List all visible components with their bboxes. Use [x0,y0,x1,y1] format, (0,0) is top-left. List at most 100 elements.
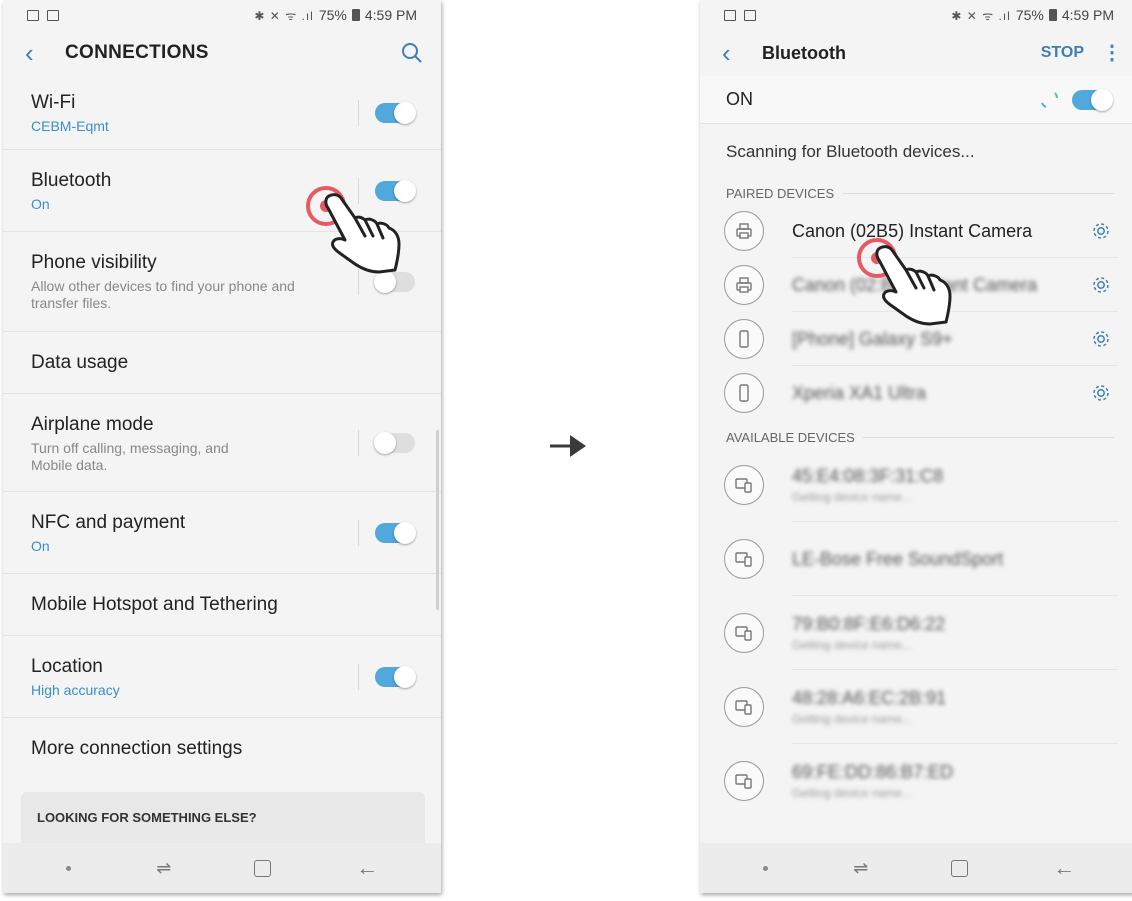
scanning-status: Scanning for Bluetooth devices... [726,142,975,161]
wifi-toggle[interactable] [375,101,416,124]
page-title: Bluetooth [762,42,846,63]
printer-icon [724,265,764,305]
airplane-mode-setting[interactable]: Airplane mode Turn off calling, messagin… [3,394,441,492]
scanning-spinner-icon [1041,91,1058,108]
scrollbar[interactable] [436,430,439,610]
gallery-notification-icon [724,9,736,21]
available-device-row[interactable]: 79:B0:8F:E6:D6:22 Getting device name... [700,596,1132,670]
recent-apps-button[interactable]: ⇌ [156,858,171,879]
battery-icon [1048,9,1057,21]
signal-indicators: ✱ ✕ ᯤ .ıl [254,8,314,23]
battery-percent: 75% [318,7,347,23]
nav-back-button[interactable]: ← [356,855,378,881]
nfc-toggle[interactable] [375,521,416,544]
back-button[interactable]: ‹ [722,40,762,66]
pointing-hand-icon [875,245,952,326]
stop-scan-button[interactable]: STOP [1041,44,1084,62]
more-options-icon[interactable]: ⋮ [1102,43,1122,63]
arrow-right-icon [550,435,586,457]
status-bar: ✱ ✕ ᯤ .ıl 75% 4:59 PM [3,0,441,30]
nfc-title: NFC and payment [31,512,186,533]
paired-device-row[interactable]: Xperia XA1 Ultra [700,366,1132,420]
gear-icon[interactable] [1090,382,1112,404]
gear-icon[interactable] [1090,274,1112,296]
signal-indicators: ✱ ✕ ᯤ .ıl [951,8,1011,23]
page-title: CONNECTIONS [65,42,209,63]
devices-icon [724,761,764,801]
devices-icon [724,539,764,579]
gallery-notification-icon [27,9,39,21]
data-usage-setting[interactable]: Data usage [3,332,441,394]
available-device-name: 79:B0:8F:E6:D6:22 [792,614,946,634]
paired-device-name: Canon (02B5) Instant Camera [792,220,1033,241]
location-setting[interactable]: Location High accuracy [3,636,441,718]
search-icon[interactable] [399,40,425,66]
navigation-bar: ⇌ ← [3,843,441,893]
devices-icon [724,465,764,505]
wifi-title: Wi-Fi [31,92,76,113]
back-button[interactable]: ‹ [25,40,65,66]
available-device-status: Getting device name... [792,638,913,652]
available-devices-header: AVAILABLE DEVICES [700,426,1132,448]
available-device-name: 48:28:A6:EC:2B:91 [792,688,947,708]
nfc-status: On [31,538,50,554]
airplane-mode-toggle[interactable] [374,431,415,454]
available-device-status: Getting device name... [792,786,913,800]
devices-icon [724,687,764,727]
phone-visibility-description: Allow other devices to find your phone a… [31,278,295,311]
airplane-mode-description: Turn off calling, messaging, and Mobile … [31,440,229,473]
available-device-row[interactable]: 69:FE:DD:86:B7:ED Getting device name... [700,744,1132,818]
clock: 4:59 PM [1061,7,1114,23]
status-bar: ✱ ✕ ᯤ .ıl 75% 4:59 PM [700,0,1132,30]
app-bar: ‹ Bluetooth STOP ⋮ [700,30,1132,76]
available-device-name: 45:E4:08:3F:31:C8 [792,466,944,486]
printer-icon [724,211,764,251]
location-toggle[interactable] [375,665,416,688]
hotspot-setting[interactable]: Mobile Hotspot and Tethering [3,574,441,636]
wifi-network: CEBM-Eqmt [31,118,109,134]
available-device-row[interactable]: 45:E4:08:3F:31:C8 Getting device name... [700,448,1132,522]
phone-icon [724,373,764,413]
battery-percent: 75% [1015,7,1044,23]
battery-icon [351,9,360,21]
available-device-row[interactable]: LE-Bose Free SoundSport [700,522,1132,596]
app-bar: ‹ CONNECTIONS [3,30,441,76]
available-device-status: Getting device name... [792,712,913,726]
hotspot-title: Mobile Hotspot and Tethering [31,594,278,615]
nav-dot-indicator [65,865,71,871]
available-device-name: LE-Bose Free SoundSport [792,548,1004,569]
screenshot-notification-icon [47,9,59,21]
pointing-hand-icon [324,193,401,274]
more-connection-settings[interactable]: More connection settings [3,718,441,780]
bluetooth-screen: ✱ ✕ ᯤ .ıl 75% 4:59 PM ‹ Bluetooth STOP ⋮… [700,0,1132,893]
gear-icon[interactable] [1090,220,1112,242]
available-devices-label: AVAILABLE DEVICES [726,429,855,445]
connections-screen: ✱ ✕ ᯤ .ıl 75% 4:59 PM ‹ CONNECTIONS Wi-F… [3,0,441,893]
bluetooth-title: Bluetooth [31,170,112,191]
phone-icon [724,319,764,359]
wifi-setting[interactable]: Wi-Fi CEBM-Eqmt [3,76,441,150]
recent-apps-button[interactable]: ⇌ [853,858,868,879]
bluetooth-on-label: ON [726,89,753,109]
nav-back-button[interactable]: ← [1053,855,1075,881]
more-connection-settings-title: More connection settings [31,738,243,759]
paired-device-name: Xperia XA1 Ultra [792,382,927,403]
clock: 4:59 PM [364,7,417,23]
airplane-mode-title: Airplane mode [31,414,154,435]
available-device-row[interactable]: 48:28:A6:EC:2B:91 Getting device name... [700,670,1132,744]
nfc-setting[interactable]: NFC and payment On [3,492,441,574]
bluetooth-master-switch-row[interactable]: ON [700,76,1132,124]
location-mode: High accuracy [31,682,120,698]
paired-devices-header: PAIRED DEVICES [700,182,1132,204]
home-button[interactable] [253,859,271,877]
location-title: Location [31,656,103,677]
bluetooth-toggle[interactable] [1072,88,1113,111]
paired-devices-label: PAIRED DEVICES [726,185,835,201]
data-usage-title: Data usage [31,352,129,373]
gear-icon[interactable] [1090,328,1112,350]
home-button[interactable] [950,859,968,877]
available-device-status: Getting device name... [792,490,913,504]
navigation-bar: ⇌ ← [700,843,1132,893]
nav-dot-indicator [762,865,768,871]
devices-icon [724,613,764,653]
